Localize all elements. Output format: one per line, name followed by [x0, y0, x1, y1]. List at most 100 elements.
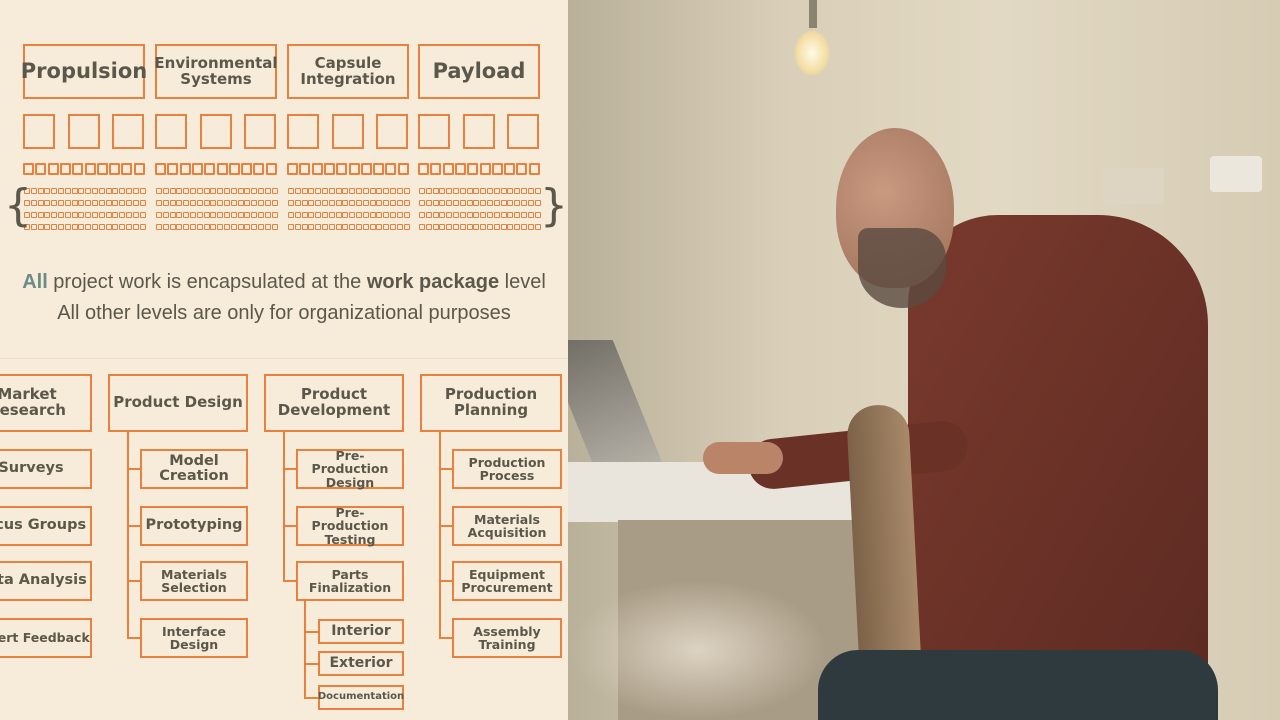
level3-box [96, 163, 108, 175]
work-package-box [466, 224, 473, 230]
level3-box [59, 163, 71, 175]
level2-box [418, 114, 450, 149]
divider [0, 358, 568, 359]
work-package-box [473, 224, 480, 230]
work-package-box [132, 200, 139, 206]
work-package-box [224, 224, 230, 230]
work-package-box [156, 188, 162, 194]
work-package-box [322, 188, 328, 194]
work-package-box [37, 200, 44, 206]
work-package-box [459, 200, 466, 206]
work-package-box [294, 224, 301, 230]
level1-box: Payload [418, 44, 540, 99]
work-package-box [85, 224, 92, 230]
connector-line [127, 580, 140, 582]
work-package-box [487, 212, 493, 218]
work-package-box [288, 200, 294, 206]
child-box: Focus Groups [0, 506, 92, 546]
level3-box [336, 163, 348, 175]
level2-box [376, 114, 408, 149]
work-package-box [162, 188, 169, 194]
connector-line [304, 663, 318, 665]
level3-box [84, 163, 96, 175]
work-package-box [139, 224, 146, 230]
work-package-box [78, 188, 85, 194]
work-package-box [301, 188, 308, 194]
work-package-box [294, 200, 301, 206]
connector-line [127, 525, 140, 527]
work-package-box [459, 212, 466, 218]
connector-line [439, 580, 452, 582]
work-package-box [459, 188, 466, 194]
level3-box [385, 163, 397, 175]
level3-box [179, 163, 191, 175]
work-package-box [446, 224, 453, 230]
level3-box [373, 163, 385, 175]
column-header-box: Production Planning [420, 374, 562, 432]
work-package-box [390, 200, 396, 206]
wbs-diagram-panel: Propulsion Environmental Systems Capsule I… [0, 0, 568, 720]
work-package-box [369, 200, 376, 206]
work-package-box [51, 200, 58, 206]
work-package-box [183, 212, 190, 218]
work-package-box [162, 212, 169, 218]
work-package-box [71, 212, 78, 218]
work-package-box [480, 200, 487, 206]
work-package-box [203, 224, 210, 230]
beard [858, 228, 946, 308]
photo-panel [568, 0, 1280, 720]
work-package-box [85, 212, 92, 218]
work-package-box [480, 188, 487, 194]
work-package-box [64, 188, 71, 194]
work-package-box [500, 212, 507, 218]
work-package-box [439, 212, 446, 218]
work-package-box [432, 200, 439, 206]
level3-box [35, 163, 47, 175]
work-package-box [466, 200, 473, 206]
work-package-box [176, 188, 183, 194]
work-package-box [335, 212, 342, 218]
work-package-box [419, 212, 425, 218]
work-package-box [349, 212, 356, 218]
work-package-box [342, 212, 349, 218]
work-package-box [258, 200, 264, 206]
work-package-box [487, 188, 493, 194]
work-package-box [44, 188, 51, 194]
work-package-box [487, 224, 493, 230]
level3-box [109, 163, 121, 175]
thermostat [1210, 156, 1262, 192]
work-package-box [37, 224, 44, 230]
level1-box: Propulsion [21, 44, 147, 99]
child-box: Surveys [0, 449, 92, 489]
work-package-box [425, 188, 432, 194]
connector-line [283, 580, 296, 582]
work-package-box [237, 200, 244, 206]
work-package-box [342, 224, 349, 230]
work-package-box [224, 200, 230, 206]
work-package-box [271, 224, 278, 230]
work-package-box [453, 212, 459, 218]
work-package-box [196, 212, 203, 218]
work-package-box [210, 200, 217, 206]
work-package-box [383, 200, 390, 206]
work-package-box [362, 200, 369, 206]
caption-bold: work package [366, 271, 500, 293]
work-package-box [521, 188, 527, 194]
work-package-box [119, 224, 126, 230]
work-package-box [396, 200, 403, 206]
work-package-box [105, 188, 112, 194]
work-package-box [156, 224, 162, 230]
light-bulb [794, 30, 830, 76]
work-package-box [301, 212, 308, 218]
work-package-box [258, 188, 264, 194]
work-package-box [92, 188, 98, 194]
work-package-box [78, 200, 85, 206]
work-package-box [459, 224, 466, 230]
work-package-box [176, 212, 183, 218]
level3-box [311, 163, 323, 175]
jeans [818, 650, 1218, 720]
level3-box [133, 163, 145, 175]
level3-box [454, 163, 466, 175]
column-header-box: Product Design [108, 374, 248, 432]
caption-text: project work is encapsulated at the [47, 271, 367, 293]
